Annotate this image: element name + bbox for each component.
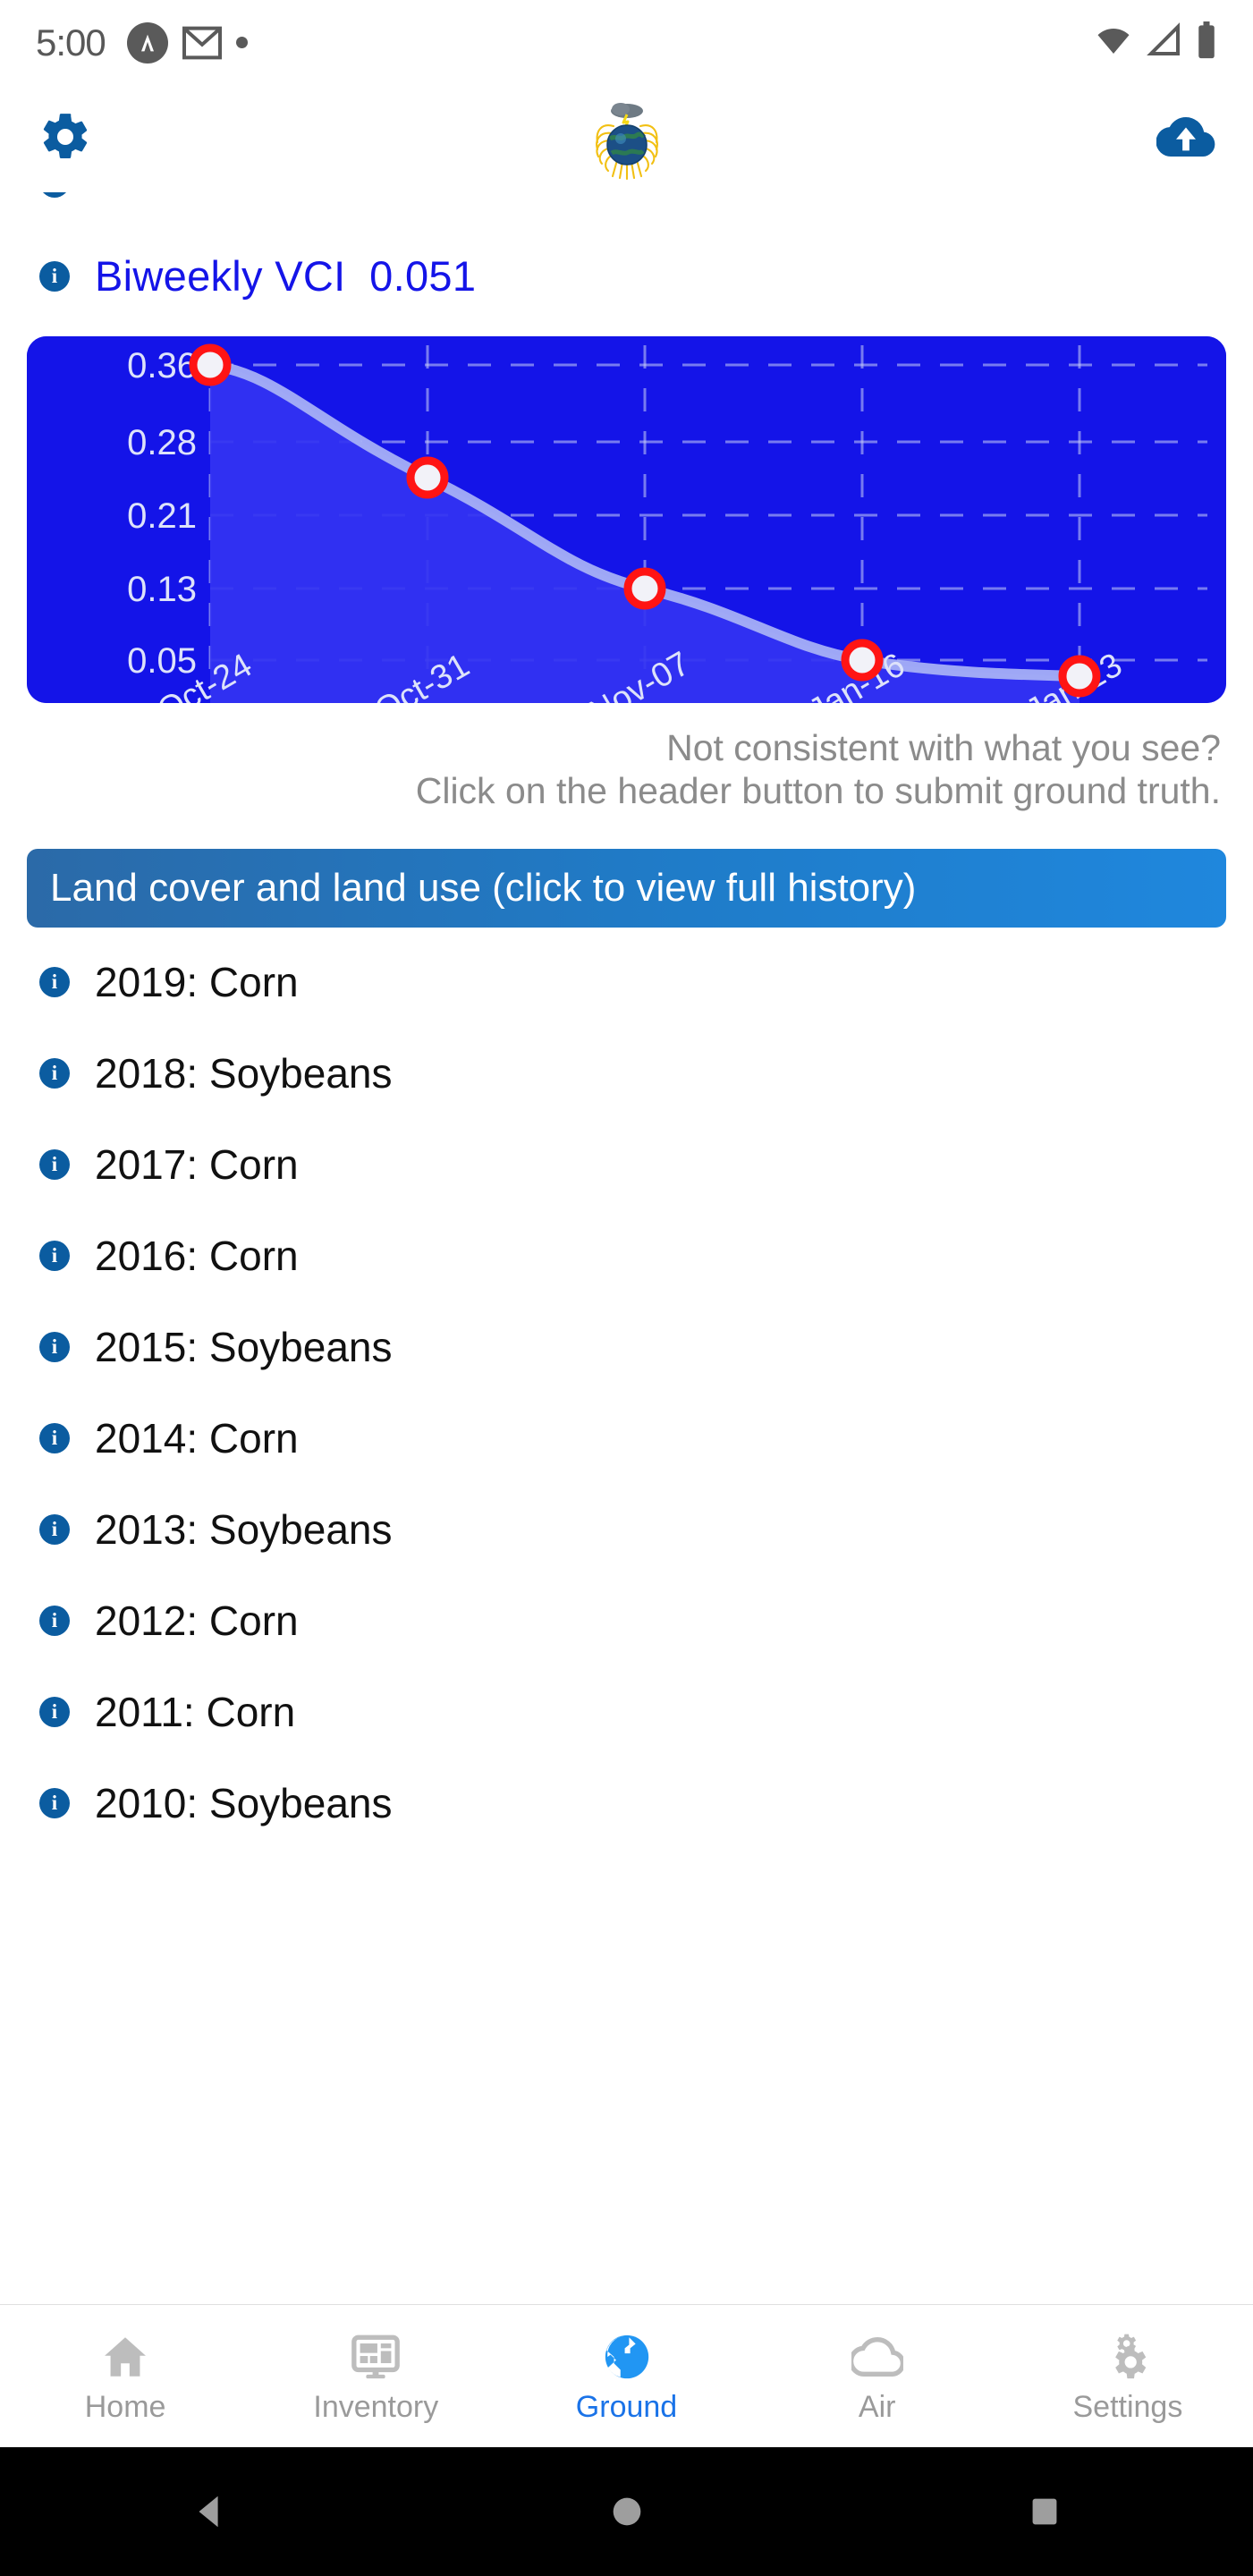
list-item-label: 2013: Soybeans [95,1505,393,1553]
android-navigation-bar [0,2447,1253,2576]
dashboard-monitor-icon [350,2327,402,2383]
globe-wheat-storm-logo [578,96,676,182]
info-icon[interactable]: i [39,1331,70,1362]
list-item[interactable]: i 2012: Corn [27,1575,1226,1666]
nav-label-ground: Ground [575,2390,678,2424]
list-item[interactable]: i 2010: Soybeans [27,1758,1226,1849]
info-icon[interactable]: i [39,1148,70,1180]
chart-canvas: 0.36 0.28 0.21 0.13 0.05 Oct-24 Oct-31 N… [27,336,1226,703]
home-icon [99,2327,151,2383]
status-system-icons [1094,21,1217,64]
svg-text:0.13: 0.13 [127,570,197,609]
svg-text:0.36: 0.36 [127,346,197,386]
land-cover-banner-label: Land cover and land use (click to view f… [50,865,917,910]
cellular-signal-icon [1146,22,1183,63]
svg-text:0.28: 0.28 [127,423,197,462]
back-triangle-icon[interactable] [0,2488,418,2535]
land-cover-banner[interactable]: Land cover and land use (click to view f… [27,848,1226,928]
hint-line-2: Click on the header button to submit gro… [415,770,1221,812]
list-item[interactable]: i 2015: Soybeans [27,1301,1226,1393]
nav-label-home: Home [84,2390,166,2424]
info-icon[interactable]: i [39,1605,70,1636]
status-notification-icons [126,21,248,64]
recents-square-icon[interactable] [835,2488,1253,2535]
land-use-list: i 2019: Corn i 2018: Soybeans i 2017: Co… [27,928,1226,1849]
nav-item-air[interactable]: Air [752,2327,1003,2425]
gears-icon [1102,2327,1154,2383]
list-item-label: 2011: Corn [95,1688,296,1735]
dot-indicator-icon [235,37,248,48]
list-item-label: 2019: Corn [95,958,299,1005]
info-icon[interactable]: i [39,1513,70,1545]
list-item-label: 2010: Soybeans [95,1779,393,1826]
bottom-navigation: Home Inventory Ground Air Settings [0,2304,1253,2447]
nav-item-settings[interactable]: Settings [1003,2327,1253,2425]
hint-line-1: Not consistent with what you see? [666,727,1221,768]
cloud-icon [851,2327,903,2383]
nav-label-inventory: Inventory [313,2390,439,2424]
info-icon[interactable]: i [39,1787,70,1818]
gear-icon[interactable] [38,109,93,169]
nav-item-home[interactable]: Home [0,2327,250,2425]
clipped-list-item-above [27,192,1226,244]
info-icon[interactable]: i [39,1696,70,1727]
list-item[interactable]: i 2017: Corn [27,1119,1226,1210]
list-item-label: 2018: Soybeans [95,1049,393,1097]
svg-text:0.21: 0.21 [127,496,197,536]
list-item-label: 2015: Soybeans [95,1323,393,1370]
list-item-label: 2017: Corn [95,1140,299,1188]
gmail-icon [182,25,222,61]
wifi-icon [1094,22,1133,63]
vci-line-chart[interactable]: 0.36 0.28 0.21 0.13 0.05 Oct-24 Oct-31 N… [27,336,1226,703]
info-icon[interactable]: i [39,1422,70,1453]
list-item[interactable]: i 2016: Corn [27,1210,1226,1301]
biweekly-vci-row[interactable]: i Biweekly VCI 0.051 [27,244,1226,317]
list-item[interactable]: i 2013: Soybeans [27,1484,1226,1575]
status-time: 5:00 [36,21,106,64]
nav-item-ground[interactable]: Ground [501,2327,751,2425]
ground-truth-hint: Not consistent with what you see? Click … [27,703,1226,813]
list-item[interactable]: i 2011: Corn [27,1666,1226,1758]
nav-label-settings: Settings [1072,2390,1183,2424]
app-header [0,85,1253,192]
list-item[interactable]: i 2019: Corn [27,936,1226,1028]
battery-icon [1196,21,1217,64]
info-icon[interactable]: i [39,966,70,997]
list-item-label: 2016: Corn [95,1232,299,1279]
svg-text:0.05: 0.05 [127,641,197,681]
app-circle-a-icon [126,21,168,64]
nav-item-inventory[interactable]: Inventory [250,2327,501,2425]
list-item[interactable]: i 2014: Corn [27,1393,1226,1484]
status-bar: 5:00 [0,0,1253,85]
info-icon[interactable]: i [39,260,70,292]
info-icon[interactable]: i [39,1240,70,1271]
info-icon [39,192,70,198]
clipped-item-label [114,192,125,208]
info-icon[interactable]: i [39,1057,70,1089]
cloud-upload-icon[interactable] [1156,112,1215,166]
scroll-content: i Biweekly VCI 0.051 0.36 0.28 0.21 0.13… [0,192,1253,1849]
nav-label-air: Air [858,2390,896,2424]
home-circle-icon[interactable] [418,2488,835,2535]
list-item-label: 2012: Corn [95,1597,299,1644]
list-item-label: 2014: Corn [95,1414,299,1462]
biweekly-vci-label: Biweekly VCI 0.051 [95,252,477,300]
globe-icon [601,2327,653,2383]
list-item[interactable]: i 2018: Soybeans [27,1028,1226,1119]
